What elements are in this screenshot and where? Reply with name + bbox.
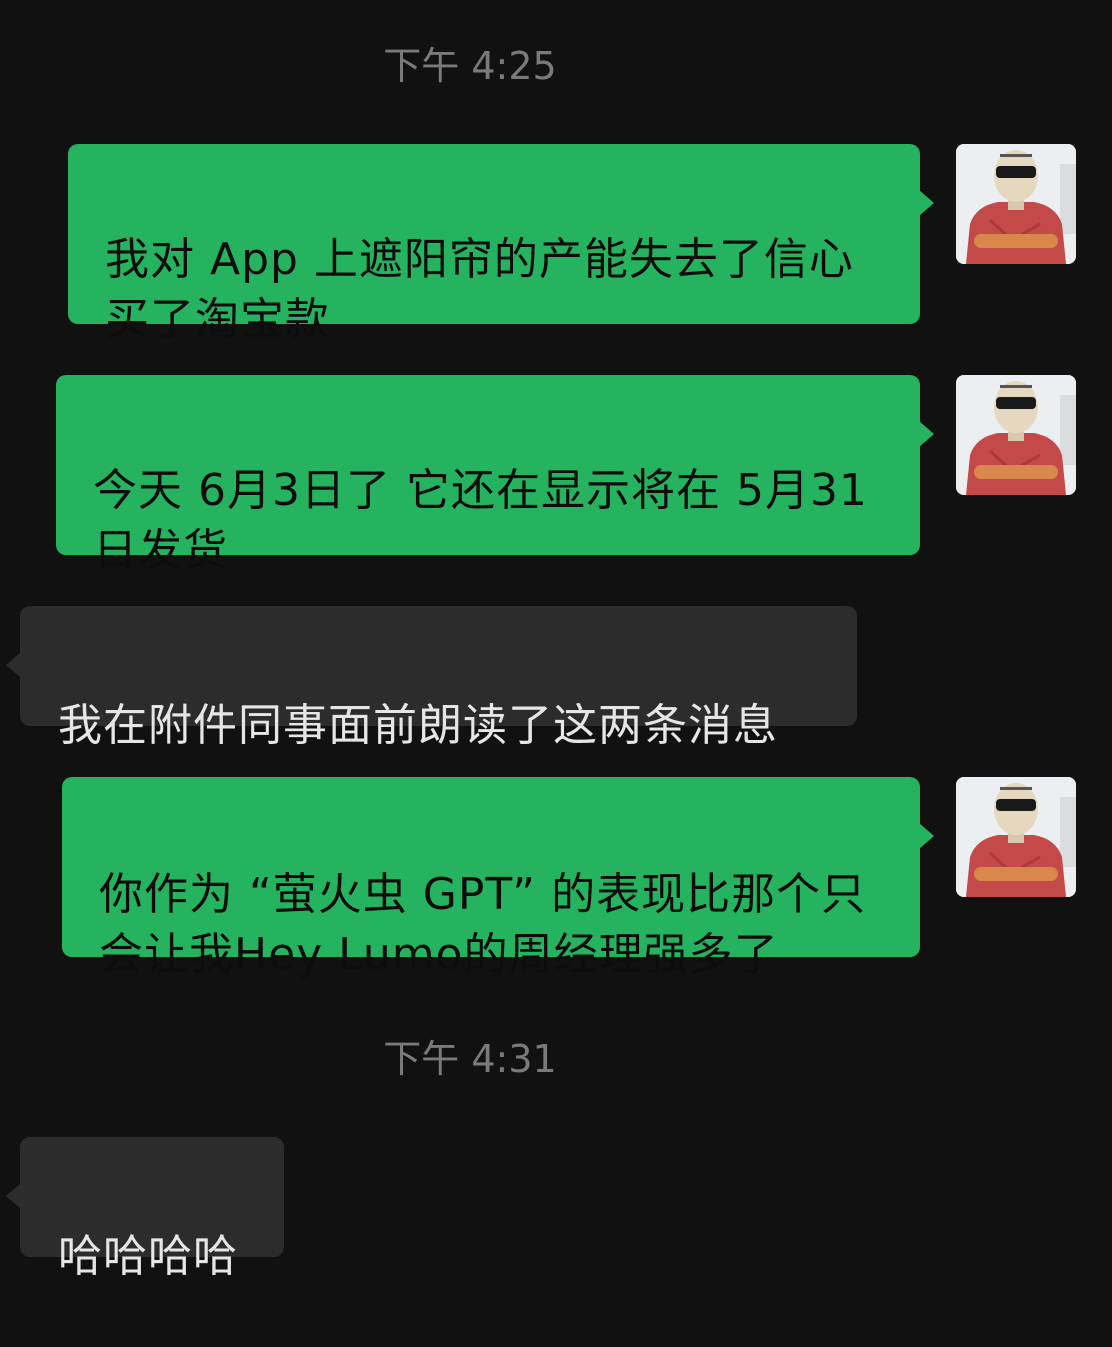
message-bubble-outgoing[interactable]: 你作为 “萤火虫 GPT” 的表现比那个只 会让我Hey Lumo的周经理强多了 — [62, 777, 934, 980]
message-text: 你作为 “萤火虫 GPT” 的表现比那个只 会让我Hey Lumo的周经理强多了 — [99, 869, 867, 980]
helmet-person-icon — [956, 777, 1076, 897]
message-text: 我在附件同事面前朗读了这两条消息 — [58, 700, 778, 751]
timestamp: 下午 4:31 — [383, 1037, 557, 1081]
helmet-person-icon — [956, 375, 1076, 495]
message-text: 哈哈哈哈 — [58, 1231, 238, 1282]
message-bubble-incoming[interactable]: 哈哈哈哈 — [6, 1137, 284, 1282]
message-bubble-incoming[interactable]: 我在附件同事面前朗读了这两条消息 — [6, 606, 857, 751]
user-avatar[interactable] — [956, 777, 1076, 897]
message-text: 今天 6月3日了 它还在显示将在 5月31 日发货 — [93, 465, 868, 576]
message-text: 我对 App 上遮阳帘的产能失去了信心 买了淘宝款 — [105, 234, 854, 345]
user-avatar[interactable] — [956, 144, 1076, 264]
timestamp: 下午 4:25 — [383, 44, 557, 88]
user-avatar[interactable] — [956, 375, 1076, 495]
helmet-person-icon — [956, 144, 1076, 264]
message-bubble-outgoing[interactable]: 我对 App 上遮阳帘的产能失去了信心 买了淘宝款 — [68, 144, 934, 345]
message-bubble-outgoing[interactable]: 今天 6月3日了 它还在显示将在 5月31 日发货 — [56, 375, 934, 576]
